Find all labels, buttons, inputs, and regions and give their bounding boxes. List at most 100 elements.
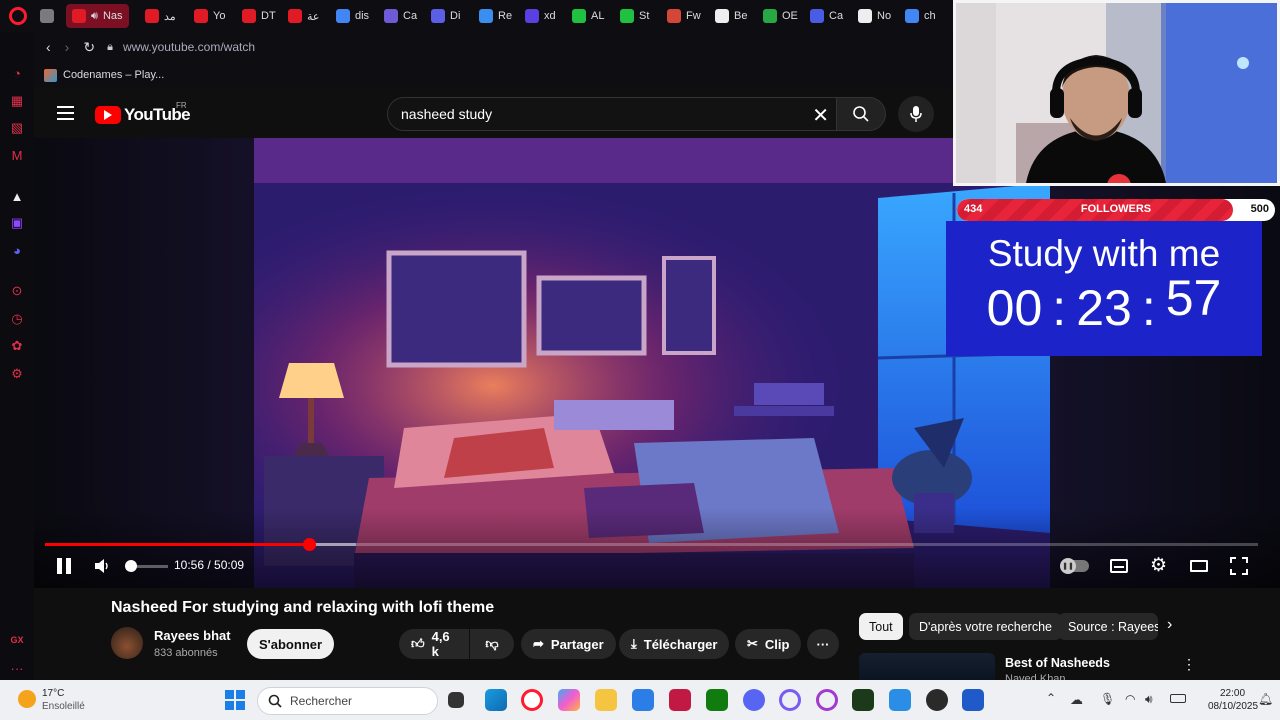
settings-icon[interactable]: ⚙ (9, 366, 25, 382)
theater-mode-icon[interactable] (1190, 560, 1208, 572)
browser-tab[interactable]: Di (425, 4, 466, 28)
browser-tab[interactable]: عة (282, 4, 325, 28)
browser-tab[interactable]: No (852, 4, 897, 28)
browser-tab[interactable]: Re (473, 4, 518, 28)
more-actions-button[interactable]: ··· (807, 629, 839, 659)
recommendation-menu-icon[interactable]: ⋮ (1182, 656, 1196, 673)
browser-tab[interactable]: 🔊︎ Nas (66, 4, 129, 28)
channel-name[interactable]: Rayees bhat (154, 628, 231, 643)
task-view-icon[interactable] (448, 692, 464, 708)
opera-app-icon[interactable] (779, 689, 801, 711)
search-input[interactable]: nasheed study ✕ (387, 97, 842, 131)
menu-icon[interactable] (57, 106, 74, 120)
settings-gear-icon[interactable]: ⚙ (1150, 556, 1167, 575)
reload-icon[interactable]: ↻ (83, 39, 95, 56)
like-button[interactable]: 👍︎ 4,6 k (399, 629, 469, 659)
volume-slider[interactable] (125, 560, 168, 572)
ai-icon[interactable]: ▦ (9, 93, 25, 109)
player-icon[interactable]: ⊙ (9, 283, 25, 299)
microphone-tray-icon[interactable]: 🎙︎ (1100, 692, 1115, 706)
browser-tab[interactable]: مد (139, 4, 182, 28)
tab-label: OE (782, 10, 798, 22)
browser-tab[interactable]: AL (566, 4, 610, 28)
gmail-icon[interactable]: M (9, 147, 25, 163)
browser-tab[interactable] (34, 4, 65, 28)
voice-search-button[interactable] (898, 96, 934, 132)
browser-tab[interactable]: xd (519, 4, 562, 28)
notification-bell-icon[interactable]: 🔔︎ (1258, 692, 1273, 706)
pause-button[interactable] (57, 558, 73, 574)
clock-time[interactable]: 22:00 (1220, 688, 1245, 699)
more-icon[interactable]: ··· (9, 660, 25, 676)
browser-tab[interactable]: Fw (661, 4, 707, 28)
clock-date[interactable]: 08/10/2025 (1208, 701, 1258, 712)
snipping-tool-icon[interactable] (889, 689, 911, 711)
speaker-icon[interactable]: 🔊︎ (1145, 692, 1153, 707)
browser-tab[interactable]: ch (899, 4, 942, 28)
discord-taskbar-icon[interactable] (743, 689, 765, 711)
word-icon[interactable] (962, 689, 984, 711)
search-button[interactable] (836, 97, 886, 131)
browser-tab[interactable]: Be (709, 4, 753, 28)
clip-button[interactable]: ✂ Clip (735, 629, 802, 659)
progress-bar[interactable] (45, 538, 1258, 551)
browser-tab[interactable]: Yo (188, 4, 231, 28)
battery-icon[interactable] (1170, 694, 1186, 703)
opera-taskbar-icon[interactable] (521, 689, 543, 711)
url-field[interactable]: www.youtube.com/watch (123, 40, 255, 54)
photos-app-icon[interactable] (485, 689, 507, 711)
chip-all[interactable]: Tout (859, 613, 903, 640)
discord-icon[interactable]: ◕ (9, 242, 25, 258)
browser-tab[interactable]: dis (330, 4, 375, 28)
file-explorer-icon[interactable] (595, 689, 617, 711)
subscribe-button[interactable]: S'abonner (247, 629, 335, 659)
microphone-icon (910, 106, 922, 122)
channel-avatar[interactable] (111, 627, 143, 659)
twitch-icon[interactable]: ▣ (9, 215, 25, 231)
speed-dial-icon[interactable]: ◔ (9, 65, 25, 81)
browser-tab[interactable]: Ca (804, 4, 849, 28)
browser-tab[interactable]: OE (757, 4, 804, 28)
recommendation-thumbnail[interactable] (859, 653, 995, 680)
codenames-favicon-icon (44, 68, 57, 82)
browser-tab[interactable]: DT (236, 4, 282, 28)
gx-icon[interactable]: GX (9, 632, 25, 648)
subtitles-icon[interactable] (1110, 559, 1128, 573)
opera-gx-taskbar-icon[interactable] (669, 689, 691, 711)
onedrive-icon[interactable]: ☁ (1070, 692, 1083, 708)
browser-tab[interactable]: Ca (378, 4, 423, 28)
chip-related-search[interactable]: D'après votre recherche (909, 613, 1063, 640)
store-icon[interactable] (632, 689, 654, 711)
dislike-button[interactable]: 👎︎ (470, 629, 514, 659)
chips-next-icon[interactable]: › (1167, 616, 1172, 634)
xbox-icon[interactable] (706, 689, 728, 711)
forward-icon[interactable]: › (65, 39, 70, 55)
volume-icon[interactable] (94, 558, 110, 574)
chip-source[interactable]: Source : Rayees (1058, 613, 1158, 640)
share-button[interactable]: ➦ Partager (521, 629, 616, 659)
bookmark-codenames[interactable]: Codenames – Play... (63, 69, 164, 81)
back-icon[interactable]: ‹ (46, 39, 51, 55)
browser-tab[interactable]: St (614, 4, 655, 28)
opera-logo-icon[interactable] (9, 7, 27, 25)
show-hidden-icons[interactable]: ⌃ (1046, 691, 1056, 705)
clear-search-icon[interactable]: ✕ (812, 103, 829, 128)
extensions-icon[interactable]: ✿ (9, 338, 25, 354)
wifi-icon[interactable]: ◠ (1125, 692, 1135, 706)
recommendation-title[interactable]: Best of Nasheeds (1005, 656, 1110, 670)
download-button[interactable]: ⤓ Télécharger (619, 629, 730, 659)
taskbar-search[interactable]: Rechercher (257, 687, 438, 715)
crypto-icon[interactable]: ▧ (9, 120, 25, 136)
history-icon[interactable]: ◷ (9, 311, 25, 327)
aria-icon[interactable]: ▲ (9, 188, 25, 204)
weather-temperature[interactable]: 17°C (42, 688, 64, 699)
obs-icon[interactable] (926, 689, 948, 711)
windows-start-icon[interactable] (225, 690, 245, 710)
autoplay-toggle[interactable]: ❚❚ (1060, 558, 1089, 574)
copilot-icon[interactable] (558, 689, 580, 711)
weather-sun-icon[interactable] (18, 690, 36, 708)
terminal-icon[interactable] (852, 689, 874, 711)
tab-audio-icon[interactable]: 🔊︎ (91, 10, 98, 23)
opera-app-2-icon[interactable] (816, 689, 838, 711)
fullscreen-icon[interactable] (1230, 557, 1248, 575)
